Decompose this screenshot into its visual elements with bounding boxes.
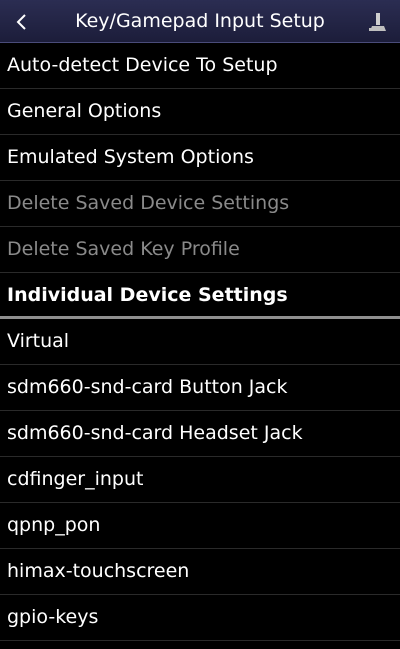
joystick-button[interactable] (356, 0, 400, 43)
menu-item-delete-saved-key-profile: Delete Saved Key Profile (0, 227, 400, 273)
header-bar: Key/Gamepad Input Setup (0, 0, 400, 43)
device-label: gpio-keys (7, 606, 99, 628)
device-label: qpnp_pon (7, 514, 101, 536)
menu-item-label: General Options (7, 100, 162, 122)
back-button[interactable] (0, 0, 44, 43)
section-header-individual-device-settings: Individual Device Settings (0, 273, 400, 319)
page-title: Key/Gamepad Input Setup (75, 10, 325, 32)
menu-item-emulated-system-options[interactable]: Emulated System Options (0, 135, 400, 181)
menu-item-general-options[interactable]: General Options (0, 89, 400, 135)
device-item-cdfinger-input[interactable]: cdfinger_input (0, 457, 400, 503)
device-label: Virtual (7, 330, 70, 352)
section-title: Individual Device Settings (7, 284, 288, 306)
menu-item-auto-detect[interactable]: Auto-detect Device To Setup (0, 43, 400, 89)
device-label: cdfinger_input (7, 468, 144, 490)
device-label: sdm660-snd-card Headset Jack (7, 422, 303, 444)
chevron-left-icon (16, 13, 26, 30)
app-screen: Key/Gamepad Input Setup Auto-detect Devi… (0, 0, 400, 649)
menu-item-label: Delete Saved Device Settings (7, 192, 290, 214)
menu-item-label: Auto-detect Device To Setup (7, 54, 278, 76)
device-item-himax-touchscreen[interactable]: himax-touchscreen (0, 549, 400, 595)
menu-item-delete-saved-device-settings: Delete Saved Device Settings (0, 181, 400, 227)
device-item-button-jack[interactable]: sdm660-snd-card Button Jack (0, 365, 400, 411)
device-item-virtual[interactable]: Virtual (0, 319, 400, 365)
menu-item-label: Delete Saved Key Profile (7, 238, 240, 260)
device-label: himax-touchscreen (7, 560, 190, 582)
options-list: Auto-detect Device To Setup General Opti… (0, 43, 400, 641)
device-item-qpnp-pon[interactable]: qpnp_pon (0, 503, 400, 549)
menu-item-label: Emulated System Options (7, 146, 254, 168)
device-label: sdm660-snd-card Button Jack (7, 376, 288, 398)
device-item-headset-jack[interactable]: sdm660-snd-card Headset Jack (0, 411, 400, 457)
device-item-gpio-keys[interactable]: gpio-keys (0, 595, 400, 641)
joystick-icon (369, 12, 386, 31)
